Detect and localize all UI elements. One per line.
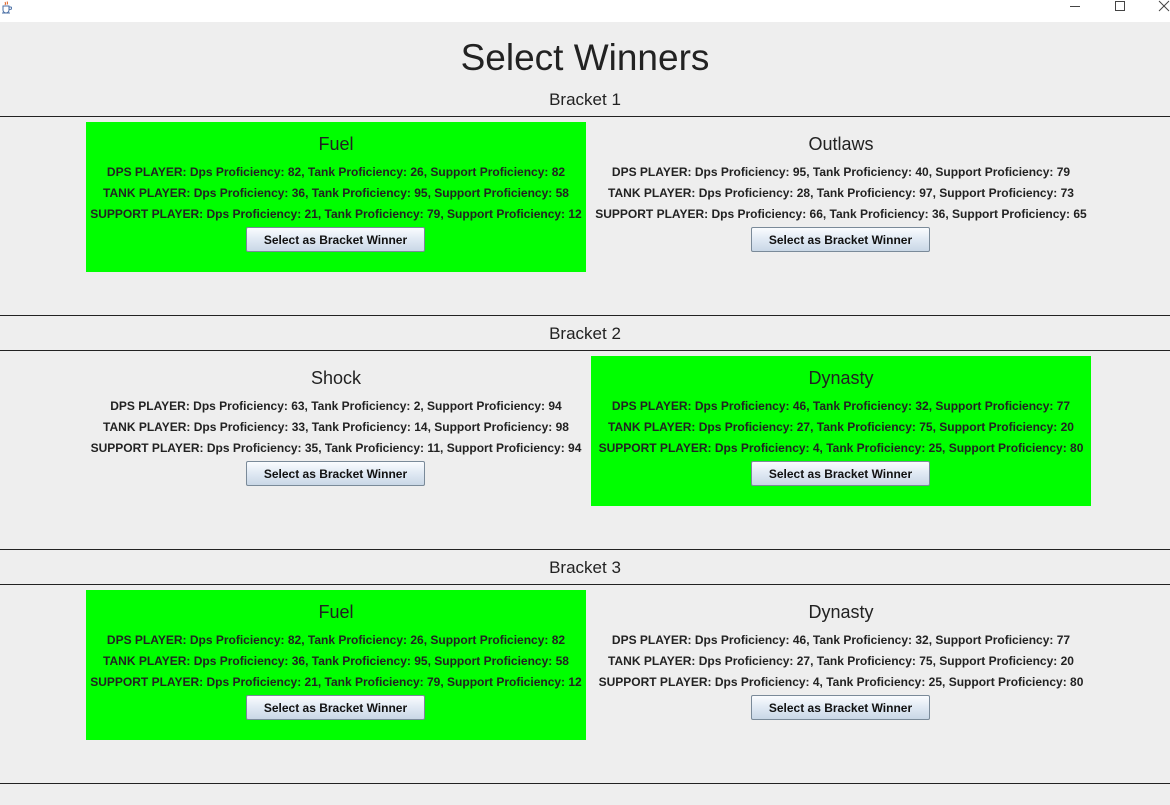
support-player-stats: SUPPORT PLAYER: Dps Proficiency: 21, Tan… — [90, 675, 582, 689]
team-name: Dynasty — [808, 602, 874, 622]
bracket-3-label: Bracket 3 — [549, 558, 621, 577]
page-title: Select Winners — [460, 37, 710, 78]
divider — [0, 783, 1170, 784]
support-player-stats: SUPPORT PLAYER: Dps Proficiency: 66, Tan… — [595, 207, 1087, 221]
support-player-stats: SUPPORT PLAYER: Dps Proficiency: 4, Tank… — [598, 675, 1084, 689]
divider — [0, 549, 1170, 550]
tank-player-stats: TANK PLAYER: Dps Proficiency: 36, Tank P… — [103, 654, 569, 668]
divider — [0, 116, 1170, 117]
support-player-stats: SUPPORT PLAYER: Dps Proficiency: 4, Tank… — [598, 441, 1084, 455]
select-winner-button[interactable]: Select as Bracket Winner — [246, 695, 425, 720]
team-name: Fuel — [318, 602, 354, 622]
tank-player-stats: TANK PLAYER: Dps Proficiency: 28, Tank P… — [608, 186, 1074, 200]
select-winner-button[interactable]: Select as Bracket Winner — [246, 227, 425, 252]
divider — [0, 315, 1170, 316]
team-name: Fuel — [318, 134, 354, 154]
team-name: Outlaws — [808, 134, 874, 154]
team-panel-fuel: Fuel DPS PLAYER: Dps Proficiency: 82, Ta… — [86, 590, 586, 740]
window-title-bar — [0, 0, 1170, 22]
tank-player-stats: TANK PLAYER: Dps Proficiency: 36, Tank P… — [103, 186, 569, 200]
tank-player-stats: TANK PLAYER: Dps Proficiency: 27, Tank P… — [608, 420, 1074, 434]
divider — [0, 350, 1170, 351]
maximize-button[interactable] — [1098, 0, 1142, 22]
team-panel-fuel: Fuel DPS PLAYER: Dps Proficiency: 82, Ta… — [86, 122, 586, 272]
close-button[interactable] — [1142, 0, 1170, 22]
select-winner-button[interactable]: Select as Bracket Winner — [751, 695, 930, 720]
java-cup-icon — [1, 1, 13, 14]
dps-player-stats: DPS PLAYER: Dps Proficiency: 95, Tank Pr… — [611, 165, 1071, 179]
tank-player-stats: TANK PLAYER: Dps Proficiency: 33, Tank P… — [103, 420, 569, 434]
tank-player-stats: TANK PLAYER: Dps Proficiency: 27, Tank P… — [608, 654, 1074, 668]
maximize-icon — [1115, 1, 1125, 11]
team-panel-dynasty: Dynasty DPS PLAYER: Dps Proficiency: 46,… — [591, 590, 1091, 740]
team-panel-outlaws: Outlaws DPS PLAYER: Dps Proficiency: 95,… — [591, 122, 1091, 272]
support-player-stats: SUPPORT PLAYER: Dps Proficiency: 21, Tan… — [90, 207, 582, 221]
minimize-button[interactable] — [1053, 0, 1097, 22]
team-name: Shock — [310, 368, 362, 388]
dps-player-stats: DPS PLAYER: Dps Proficiency: 63, Tank Pr… — [110, 399, 562, 413]
team-panel-shock: Shock DPS PLAYER: Dps Proficiency: 63, T… — [86, 356, 586, 506]
dps-player-stats: DPS PLAYER: Dps Proficiency: 46, Tank Pr… — [611, 633, 1071, 647]
divider — [0, 584, 1170, 585]
select-winner-button[interactable]: Select as Bracket Winner — [751, 461, 930, 486]
dps-player-stats: DPS PLAYER: Dps Proficiency: 46, Tank Pr… — [611, 399, 1071, 413]
dps-player-stats: DPS PLAYER: Dps Proficiency: 82, Tank Pr… — [106, 633, 566, 647]
bracket-2-label: Bracket 2 — [549, 324, 621, 343]
dps-player-stats: DPS PLAYER: Dps Proficiency: 82, Tank Pr… — [106, 165, 566, 179]
bracket-1-label: Bracket 1 — [549, 90, 621, 109]
minimize-icon — [1070, 6, 1080, 7]
close-icon — [1158, 0, 1170, 12]
select-winner-button[interactable]: Select as Bracket Winner — [246, 461, 425, 486]
team-panel-dynasty: Dynasty DPS PLAYER: Dps Proficiency: 46,… — [591, 356, 1091, 506]
support-player-stats: SUPPORT PLAYER: Dps Proficiency: 35, Tan… — [90, 441, 582, 455]
team-name: Dynasty — [808, 368, 874, 388]
select-winner-button[interactable]: Select as Bracket Winner — [751, 227, 930, 252]
